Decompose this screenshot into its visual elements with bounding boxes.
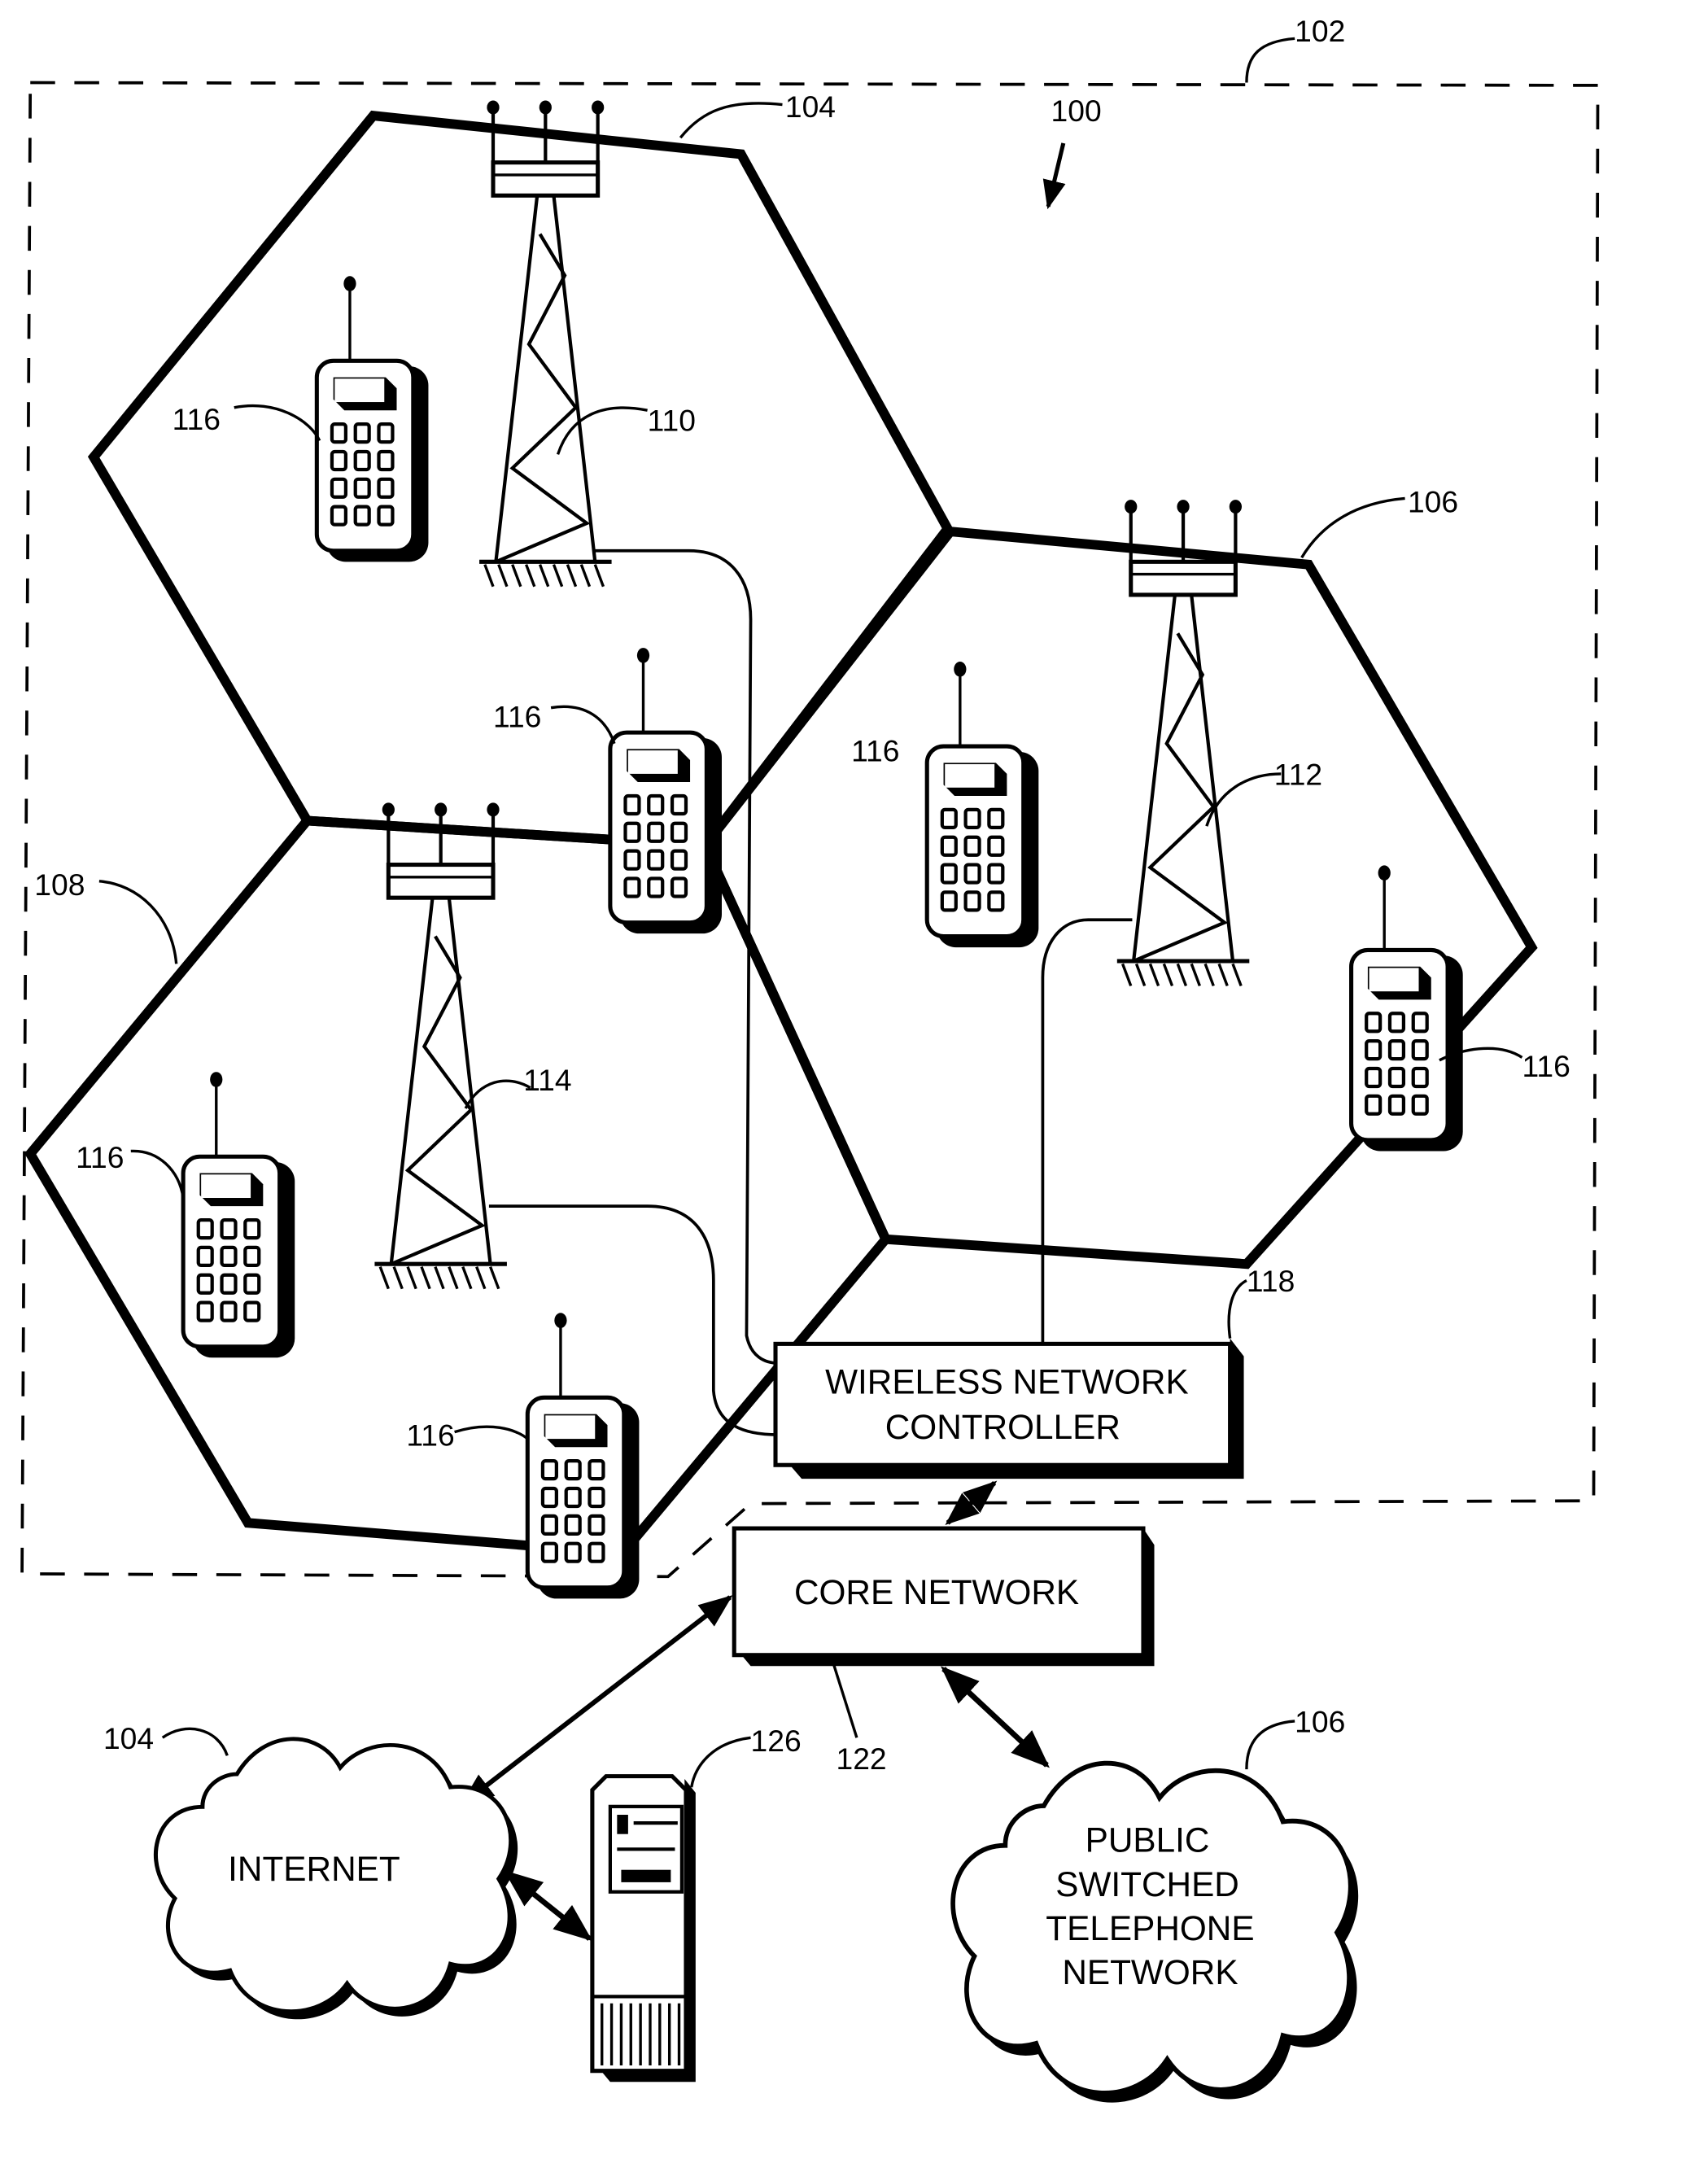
wireless-network-diagram: 102 100 104 106 108 110 112 114 116 116 … — [20, 14, 1600, 2103]
ref-mobile-116: 116 — [173, 402, 221, 436]
leader-106 — [1300, 496, 1405, 559]
controller-label-line1: WIRELESS NETWORK — [825, 1362, 1189, 1401]
ref-cell-108: 108 — [34, 868, 85, 902]
pstn-label-line4: NETWORK — [1062, 1953, 1238, 1991]
leader-internet-104 — [161, 1727, 229, 1756]
ref-mobile-116: 116 — [406, 1418, 454, 1453]
ref-mobile-116: 116 — [851, 734, 899, 768]
ref-core-122: 122 — [836, 1742, 886, 1776]
mobile-station — [1352, 865, 1463, 1151]
wire-tower-112 — [1041, 918, 1133, 1347]
tower-114 — [374, 802, 507, 1288]
mobile-station — [317, 276, 428, 562]
arrow-100 — [1042, 142, 1066, 210]
leader-server-126 — [690, 1736, 751, 1788]
mobile-station — [183, 1072, 295, 1357]
cell-104 — [87, 110, 954, 850]
leader-pstn-106 — [1245, 1720, 1295, 1770]
ref-tower-110: 110 — [648, 404, 696, 438]
pstn-label-line3: TELEPHONE — [1046, 1909, 1254, 1947]
leader-116 — [130, 1149, 185, 1199]
mobile-station — [527, 1313, 639, 1598]
ref-mobile-116: 116 — [76, 1140, 124, 1174]
leader-104 — [679, 102, 783, 139]
core-network-label: CORE NETWORK — [794, 1573, 1079, 1611]
tower-112 — [1117, 500, 1250, 986]
leader-110 — [556, 406, 648, 455]
leader-114 — [464, 1079, 531, 1109]
tower-110 — [479, 101, 612, 587]
cell-106 — [699, 526, 1538, 1270]
ref-mobile-116: 116 — [493, 699, 541, 733]
wireless-network-controller: WIRELESS NETWORK CONTROLLER — [773, 1338, 1244, 1479]
ref-102: 102 — [1295, 14, 1345, 48]
leader-116 — [454, 1425, 529, 1440]
pstn-label-line1: PUBLIC — [1086, 1821, 1210, 1860]
leader-102 — [1245, 37, 1295, 83]
link-core-internet — [460, 1595, 733, 1807]
ref-pstn-106: 106 — [1295, 1704, 1345, 1738]
link-internet-server — [504, 1870, 593, 1942]
mobile-station — [927, 662, 1038, 947]
mobile-station — [610, 648, 722, 933]
leader-108 — [98, 880, 178, 964]
leader-122 — [832, 1663, 858, 1738]
ref-tower-114: 114 — [523, 1063, 571, 1097]
ref-cell-106: 106 — [1408, 484, 1458, 518]
pstn-label-line2: SWITCHED — [1055, 1865, 1239, 1903]
wire-tower-110 — [595, 548, 779, 1365]
controller-label-line2: CONTROLLER — [885, 1408, 1120, 1446]
internet-label: INTERNET — [228, 1850, 400, 1888]
ref-100: 100 — [1051, 94, 1102, 128]
leader-116 — [234, 404, 321, 442]
leader-118 — [1227, 1279, 1247, 1339]
core-network: CORE NETWORK — [732, 1526, 1155, 1667]
leader-116 — [550, 705, 616, 745]
link-core-pstn — [941, 1666, 1050, 1768]
ref-internet-104: 104 — [103, 1721, 154, 1755]
ref-tower-112: 112 — [1274, 757, 1322, 791]
server — [590, 1774, 696, 2083]
ref-mobile-116: 116 — [1522, 1049, 1570, 1083]
ref-cell-104: 104 — [785, 90, 836, 124]
ref-server-126: 126 — [751, 1724, 802, 1758]
cell-108 — [24, 815, 892, 1558]
ref-controller-118: 118 — [1247, 1264, 1295, 1298]
